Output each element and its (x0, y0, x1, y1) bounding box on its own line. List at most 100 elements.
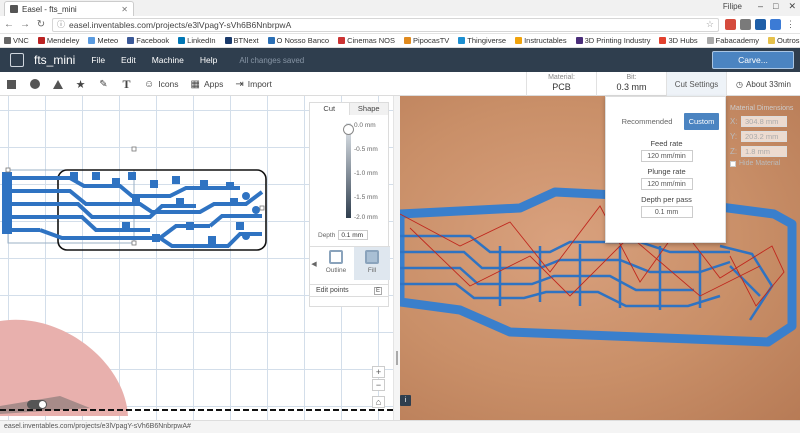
triangle-tool-icon[interactable] (52, 79, 63, 90)
tab-cut[interactable]: Cut (310, 103, 349, 115)
browser-tab[interactable]: Easel - fts_mini ✕ (4, 1, 134, 16)
outline-icon (329, 250, 343, 264)
easel-favicon-icon (10, 5, 18, 13)
info-icon[interactable]: i (400, 395, 411, 406)
plunge-rate-input[interactable]: 120 mm/min (640, 178, 693, 190)
edit-points-button[interactable]: Edit points E (309, 284, 389, 297)
menu-file[interactable]: File (91, 55, 105, 65)
pen-tool-icon[interactable]: ✎ (98, 79, 109, 90)
depth-per-pass-input[interactable]: 0.1 mm (640, 206, 693, 218)
depth-scale[interactable] (346, 123, 351, 218)
extension-icon[interactable] (740, 19, 751, 30)
feed-rate-input[interactable]: 120 mm/min (640, 150, 693, 162)
bookmark-item[interactable]: 3D Printing Industry (575, 36, 650, 45)
bookmark-favicon-icon (404, 37, 412, 44)
material-selector[interactable]: Material: PCB (526, 72, 596, 96)
maximize-icon[interactable]: □ (773, 1, 778, 12)
dim-y-input[interactable]: 203.2 mm (741, 131, 787, 142)
checkbox-icon (730, 160, 736, 167)
cut-mode-options: ◀ Outline Fill (310, 246, 390, 280)
menu-help[interactable]: Help (200, 55, 217, 65)
icons-button[interactable]: ☺ Icons (144, 79, 179, 90)
browser-titlebar: Easel - fts_mini ✕ Filipe – □ ✕ (0, 0, 800, 16)
view-toggle[interactable] (27, 400, 47, 409)
close-window-icon[interactable]: ✕ (788, 1, 796, 12)
material-dimensions-panel: Material Dimensions X: 304.8 mm Y: 203.2… (730, 105, 800, 167)
square-tool-icon[interactable] (6, 79, 17, 90)
page-info-icon[interactable]: ⓘ (57, 19, 65, 30)
apps-button[interactable]: ▦ Apps (191, 79, 224, 90)
star-tool-icon[interactable]: ★ (75, 79, 86, 91)
menu-edit[interactable]: Edit (121, 55, 136, 65)
download-extension-icon[interactable] (755, 19, 766, 30)
recommended-option[interactable]: Recommended (614, 117, 680, 126)
url-input[interactable]: ⓘ easel.inventables.com/projects/e3lVpag… (52, 17, 719, 32)
depth-slider-handle[interactable] (343, 124, 354, 135)
shape-tools: ★ ✎ T ☺ Icons ▦ Apps ⇥ Import (0, 72, 400, 96)
bookmark-item[interactable]: LinkedIn (178, 36, 216, 45)
close-tab-icon[interactable]: ✕ (121, 5, 128, 14)
dim-z-input[interactable]: 1.8 mm (741, 146, 787, 157)
easel-logo-icon[interactable] (10, 53, 24, 67)
bookmark-item[interactable]: Facebook (127, 36, 169, 45)
bookmark-item[interactable]: O Nosso Banco (267, 36, 329, 45)
custom-option[interactable]: Custom (684, 113, 719, 130)
bookmark-item[interactable]: 3D Hubs (659, 36, 698, 45)
dim-z-row: Z: 1.8 mm (730, 146, 800, 157)
bit-selector[interactable]: Bit: 0.3 mm (596, 72, 666, 96)
zoom-out-button[interactable]: − (372, 379, 385, 391)
project-name[interactable]: fts_mini (34, 53, 75, 67)
hide-material-checkbox[interactable]: Hide Material (730, 160, 800, 167)
plunge-rate-label: Plunge rate (647, 167, 686, 176)
carve-button[interactable]: Carve... (712, 51, 794, 69)
circle-tool-icon[interactable] (29, 79, 40, 90)
bookmark-item[interactable]: Fabacademy (706, 36, 759, 45)
material-bar: Material: PCB Bit: 0.3 mm Cut Settings ◷… (526, 72, 800, 96)
bookmark-item[interactable]: Instructables (515, 36, 567, 45)
outline-option[interactable]: Outline (318, 247, 354, 280)
text-tool-icon[interactable]: T (121, 77, 132, 91)
bookmark-star-icon[interactable]: ☆ (706, 19, 714, 30)
bookmark-item[interactable]: Cinemas NOS (338, 36, 395, 45)
pcb-pads (2, 172, 260, 244)
minimize-icon[interactable]: – (758, 1, 763, 12)
depth-tick: -1.5 mm (354, 194, 378, 201)
bookmark-favicon-icon (178, 37, 186, 44)
chevron-left-icon[interactable]: ◀ (310, 247, 318, 280)
bookmark-item[interactable]: VNC (4, 36, 29, 45)
gmail-extension-icon[interactable] (725, 19, 736, 30)
pane-splitter[interactable] (393, 96, 400, 420)
depth-label: Depth (318, 231, 336, 239)
bookmark-favicon-icon (458, 37, 466, 44)
tab-shape[interactable]: Shape (348, 103, 388, 115)
bookmark-item[interactable]: Meteo (88, 36, 118, 45)
menu-machine[interactable]: Machine (152, 55, 184, 65)
back-icon[interactable]: ← (4, 19, 14, 30)
import-button[interactable]: ⇥ Import (235, 79, 271, 90)
time-estimate[interactable]: ◷ About 33min (726, 72, 800, 96)
import-icon: ⇥ (235, 78, 244, 90)
dim-x-input[interactable]: 304.8 mm (741, 116, 787, 127)
bookmark-item[interactable]: Thingiverse (458, 36, 506, 45)
bookmark-item[interactable]: BTNext (224, 36, 259, 45)
bookmark-item[interactable]: Mendeley (37, 36, 79, 45)
material-dimensions-header: Material Dimensions (730, 105, 794, 112)
zoom-home-icon[interactable]: ⌂ (372, 396, 385, 408)
cut-settings-button[interactable]: Cut Settings (666, 72, 726, 96)
depth-input[interactable]: 0.1 mm (338, 230, 369, 240)
dim-x-label: X: (730, 117, 738, 126)
screenshot-extension-icon[interactable] (770, 19, 781, 30)
depth-tick: 0.0 mm (354, 122, 376, 129)
splitter-grip[interactable] (396, 351, 398, 365)
reload-icon[interactable]: ↻ (36, 19, 46, 30)
fill-option[interactable]: Fill (354, 247, 390, 280)
bookmark-item[interactable]: PipocasTV (404, 36, 449, 45)
profile-name[interactable]: Filipe (723, 2, 742, 11)
forward-icon[interactable]: → (20, 19, 30, 30)
plunge-rate-field: Plunge rate 120 mm/min (606, 167, 727, 190)
zoom-in-button[interactable]: + (372, 366, 385, 378)
chrome-menu-icon[interactable]: ⋮ (785, 19, 796, 30)
other-bookmarks[interactable]: Outros marcadores (768, 36, 800, 45)
bookmark-favicon-icon (515, 37, 523, 44)
feed-rate-field: Feed rate 120 mm/min (606, 139, 727, 162)
